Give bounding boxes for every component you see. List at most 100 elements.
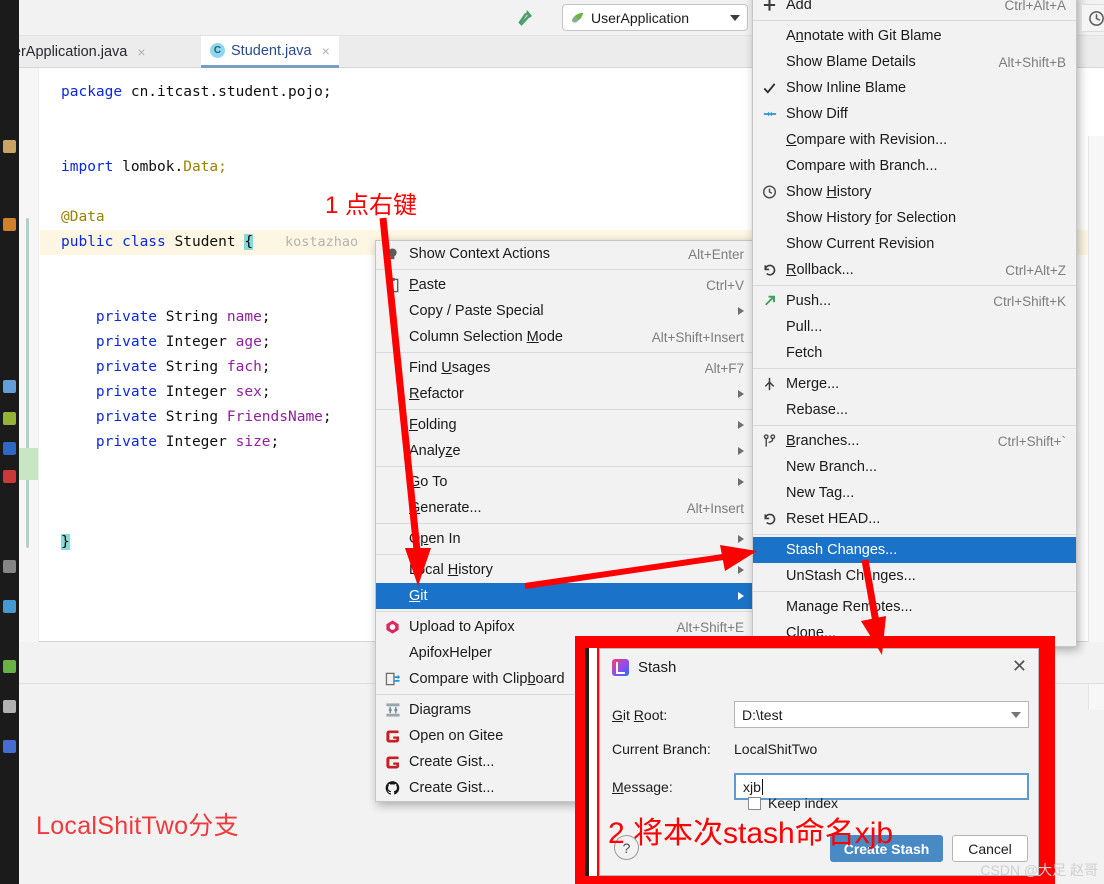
ctx-paste[interactable]: Paste Ctrl+V [376, 272, 754, 298]
close-icon[interactable]: × [322, 43, 330, 59]
hammer-icon[interactable] [510, 3, 540, 31]
inline-blame: kostazhao [285, 234, 359, 250]
ctx-open-in[interactable]: Open In [376, 526, 754, 552]
menu-separator [376, 269, 754, 270]
menu-item-shortcut: Ctrl+Alt+Z [1005, 262, 1066, 278]
os-taskbar[interactable] [0, 0, 19, 884]
git-new-tag[interactable]: New Tag... [753, 480, 1076, 506]
git-manage-remotes[interactable]: Manage Remotes... [753, 594, 1076, 620]
git-branches[interactable]: Branches... Ctrl+Shift+` [753, 428, 1076, 454]
menu-item-label: Show History for Selection [786, 210, 957, 226]
menu-item-label: Generate... [409, 500, 482, 516]
git-compare-with-revision[interactable]: Compare with Revision... [753, 127, 1076, 153]
screenshot-root: UserApplication rderApplication.java × C… [0, 0, 1104, 884]
git-add[interactable]: Add Ctrl+Alt+A [753, 0, 1076, 18]
taskbar-icon-1[interactable] [3, 140, 16, 153]
menu-item-label: Copy / Paste Special [409, 303, 544, 319]
menu-item-label: Upload to Apifox [409, 619, 515, 635]
current-branch-value: LocalShitTwo [734, 741, 818, 757]
git-rollback[interactable]: Rollback... Ctrl+Alt+Z [753, 257, 1076, 283]
taskbar-icon-9[interactable] [3, 660, 16, 673]
code-token: ; [270, 434, 280, 450]
menu-item-label: Compare with Revision... [786, 132, 948, 148]
taskbar-icon-3[interactable] [3, 380, 16, 393]
git-show-history-for-selection[interactable]: Show History for Selection [753, 205, 1076, 231]
watermark: CSDN @大足 赵哥 [980, 862, 1098, 878]
git-pull[interactable]: Pull... [753, 314, 1076, 340]
taskbar-icon-10[interactable] [3, 700, 16, 713]
dialog-title-bar: Stash [612, 659, 676, 676]
menu-item-label: ApifoxHelper [409, 645, 493, 661]
ctx-git[interactable]: Git [376, 583, 754, 609]
close-icon[interactable]: ✕ [1012, 657, 1027, 675]
git-show-blame-details[interactable]: Show Blame Details Alt+Shift+B [753, 49, 1076, 75]
git-reset-head[interactable]: Reset HEAD... [753, 506, 1076, 532]
chevron-right-icon [738, 307, 744, 315]
ctx-local-history[interactable]: Local History [376, 557, 754, 583]
git-annotate-with-git-blame[interactable]: Annotate with Git Blame [753, 23, 1076, 49]
cancel-button[interactable]: Cancel [952, 835, 1028, 862]
code-token: FriendsName [226, 409, 323, 425]
ctx-generate[interactable]: Generate... Alt+Insert [376, 495, 754, 521]
run-configuration-selector[interactable]: UserApplication [562, 4, 748, 31]
tab-order-application[interactable]: rderApplication.java × [0, 36, 155, 68]
tab-student-java[interactable]: C Student.java × [201, 36, 339, 68]
taskbar-icon-6[interactable] [3, 470, 16, 483]
ctx-analyze[interactable]: Analyze [376, 438, 754, 464]
gutter-change-marker[interactable] [26, 218, 29, 548]
chevron-down-icon[interactable] [730, 14, 740, 21]
menu-item-shortcut: Alt+Shift+B [998, 54, 1066, 70]
taskbar-icon-2[interactable] [3, 218, 16, 231]
ctx-go-to[interactable]: Go To [376, 469, 754, 495]
code-token: sex [235, 384, 262, 400]
close-icon[interactable]: × [137, 44, 145, 60]
editor-inspection-strip[interactable] [1088, 136, 1104, 710]
git-push[interactable]: Push... Ctrl+Shift+K [753, 288, 1076, 314]
menu-item-label: Refactor [409, 386, 464, 402]
ctx-column-selection-mode[interactable]: Column Selection Mode Alt+Shift+Insert [376, 324, 754, 350]
menu-item-label: Create Gist... [409, 780, 495, 796]
ctx-show-context-actions[interactable]: Show Context Actions Alt+Enter [376, 241, 754, 267]
menu-item-label: Manage Remotes... [786, 599, 913, 615]
chevron-down-icon[interactable] [1011, 711, 1021, 718]
git-root-select[interactable]: D:\test [734, 701, 1029, 728]
ctx-copy-paste-special[interactable]: Copy / Paste Special [376, 298, 754, 324]
menu-separator [753, 20, 1076, 21]
git-show-history[interactable]: Show History [753, 179, 1076, 205]
apifox-icon [384, 619, 401, 636]
git-stash-changes[interactable]: Stash Changes... [753, 537, 1076, 563]
menu-item-label: Open In [409, 531, 461, 547]
git-rebase[interactable]: Rebase... [753, 397, 1076, 423]
ctx-folding[interactable]: Folding [376, 412, 754, 438]
git-unstash-changes[interactable]: UnStash Changes... [753, 563, 1076, 589]
taskbar-icon-5[interactable] [3, 442, 16, 455]
code-token: age [235, 334, 262, 350]
gutter-added-marker[interactable] [19, 448, 38, 480]
git-fetch[interactable]: Fetch [753, 340, 1076, 366]
git-show-diff[interactable]: Show Diff [753, 101, 1076, 127]
clock-icon [761, 184, 778, 201]
message-value: xjb [743, 778, 761, 795]
taskbar-icon-11[interactable] [3, 740, 16, 753]
code-token: @Data [61, 209, 105, 225]
git-submenu[interactable]: Add Ctrl+Alt+A Annotate with Git Blame Show… [752, 0, 1077, 647]
git-show-inline-blame[interactable]: Show Inline Blame [753, 75, 1076, 101]
github-icon [384, 780, 401, 797]
git-merge[interactable]: Merge... [753, 371, 1076, 397]
editor-gutter[interactable] [19, 68, 39, 642]
ctx-find-usages[interactable]: Find Usages Alt+F7 [376, 355, 754, 381]
clock-icon[interactable] [1081, 4, 1104, 32]
code-token: package [61, 84, 131, 100]
git-compare-with-branch[interactable]: Compare with Branch... [753, 153, 1076, 179]
code-token: name [226, 309, 262, 325]
taskbar-icon-7[interactable] [3, 560, 16, 573]
git-show-current-revision[interactable]: Show Current Revision [753, 231, 1076, 257]
menu-item-label: Pull... [786, 319, 823, 335]
taskbar-icon-4[interactable] [3, 412, 16, 425]
git-new-branch[interactable]: New Branch... [753, 454, 1076, 480]
code-token: } [61, 534, 70, 550]
code-token: String [165, 309, 227, 325]
ctx-refactor[interactable]: Refactor [376, 381, 754, 407]
text-caret [761, 778, 763, 795]
taskbar-icon-8[interactable] [3, 600, 16, 613]
